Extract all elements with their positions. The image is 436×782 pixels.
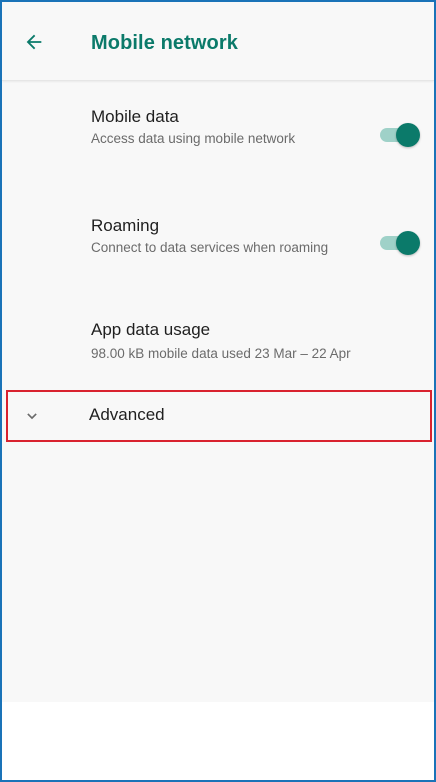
- pref-title: App data usage: [91, 320, 211, 339]
- chevron-down-icon: [27, 413, 37, 420]
- app-bar: Mobile network: [2, 2, 434, 81]
- pref-summary: Access data using mobile network: [91, 131, 296, 146]
- advanced-label: Advanced: [89, 405, 165, 424]
- back-button[interactable]: [20, 28, 48, 56]
- settings-screen: Mobile network Mobile data Access data u…: [2, 2, 434, 702]
- roaming-toggle[interactable]: [380, 231, 422, 255]
- mobile-data-toggle[interactable]: [380, 123, 422, 147]
- toggle-thumb: [396, 123, 420, 147]
- arrow-left-icon: [26, 34, 42, 50]
- pref-mobile-data[interactable]: Mobile data Access data using mobile net…: [2, 80, 434, 190]
- pref-app-data-usage[interactable]: App data usage 98.00 kB mobile data used…: [2, 304, 434, 388]
- pref-roaming[interactable]: Roaming Connect to data services when ro…: [2, 192, 434, 302]
- toggle-thumb: [396, 231, 420, 255]
- pref-summary: Connect to data services when roaming: [91, 240, 329, 255]
- page-title: Mobile network: [91, 32, 238, 54]
- pref-title: Roaming: [91, 216, 160, 235]
- pref-summary: 98.00 kB mobile data used 23 Mar – 22 Ap…: [91, 346, 351, 361]
- pref-title: Mobile data: [91, 107, 179, 126]
- advanced-section[interactable]: Advanced: [6, 390, 432, 442]
